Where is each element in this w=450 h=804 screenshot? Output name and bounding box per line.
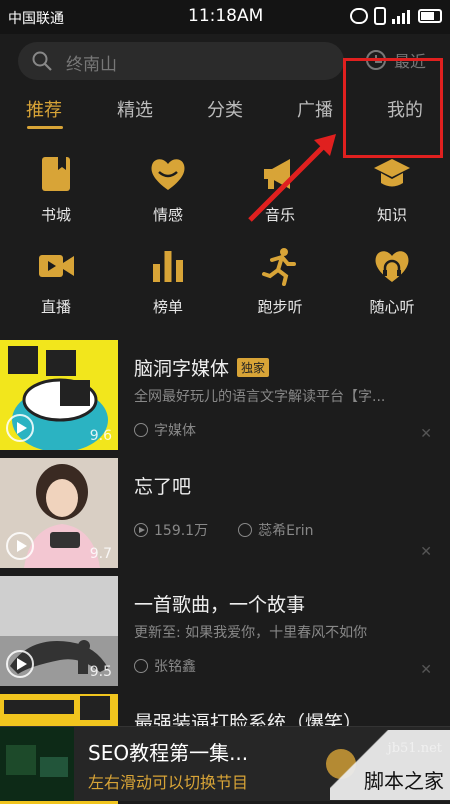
program-title: 忘了吧 bbox=[134, 476, 192, 498]
search-bar[interactable]: 终南山 bbox=[18, 42, 344, 80]
category-label: 榜单 bbox=[152, 298, 183, 316]
video-camera-icon bbox=[39, 255, 74, 277]
play-count: 159.1万 bbox=[154, 523, 209, 539]
runner-icon bbox=[262, 248, 296, 286]
play-icon[interactable] bbox=[6, 650, 34, 678]
player-cover-image bbox=[0, 727, 74, 801]
category-label: 直播 bbox=[40, 298, 71, 316]
category-mood[interactable]: 随心听 bbox=[352, 246, 432, 317]
category-label: 随心听 bbox=[369, 298, 415, 316]
play-count-icon bbox=[134, 523, 148, 537]
program-title: 一首歌曲，一个故事 bbox=[134, 594, 306, 616]
author-icon bbox=[134, 423, 148, 437]
rating-score: 9.6 bbox=[89, 428, 112, 444]
category-running[interactable]: 跑步听 bbox=[240, 246, 320, 317]
watermark: jb51.net 脚本之家 bbox=[320, 726, 450, 800]
rating-score: 9.7 bbox=[89, 546, 112, 562]
alarm-icon bbox=[350, 8, 368, 24]
program-title: 脑洞字媒体 独家 bbox=[134, 354, 270, 381]
program-meta: 159.1万 蕊希Erin bbox=[134, 520, 313, 540]
status-icons bbox=[350, 7, 442, 25]
tab-recommend[interactable]: 推荐 bbox=[26, 96, 62, 122]
heart-headphones-icon bbox=[375, 251, 409, 282]
search-icon bbox=[32, 51, 52, 71]
list-item[interactable]: 9.7 忘了吧 159.1万 蕊希Erin ✕ bbox=[0, 458, 450, 568]
watermark-site: jb51.net bbox=[387, 741, 442, 756]
program-meta: 字媒体 bbox=[134, 420, 196, 440]
search-placeholder: 终南山 bbox=[66, 55, 117, 75]
dismiss-icon[interactable]: ✕ bbox=[420, 426, 432, 442]
exclusive-badge: 独家 bbox=[237, 358, 270, 377]
watermark-name: 脚本之家 bbox=[364, 769, 444, 793]
tab-category[interactable]: 分类 bbox=[207, 96, 243, 122]
category-label: 书城 bbox=[40, 206, 71, 224]
play-icon[interactable] bbox=[6, 532, 34, 560]
program-description: 全网最好玩儿的语言文字解读平台【字... bbox=[134, 389, 386, 405]
tab-radio[interactable]: 广播 bbox=[297, 96, 333, 122]
battery-icon bbox=[418, 9, 442, 23]
category-label: 跑步听 bbox=[257, 298, 303, 316]
author-name: 张铭鑫 bbox=[154, 659, 196, 675]
book-icon bbox=[42, 157, 70, 191]
program-cover: 9.7 bbox=[0, 458, 118, 568]
status-bar: 中国联通 11:18AM bbox=[0, 0, 450, 34]
category-label: 知识 bbox=[376, 206, 407, 224]
active-tab-indicator bbox=[27, 126, 63, 129]
program-cover: 9.5 bbox=[0, 576, 118, 686]
tab-selected[interactable]: 精选 bbox=[117, 96, 153, 122]
graduation-cap-icon bbox=[374, 159, 410, 187]
category-label: 情感 bbox=[152, 206, 183, 224]
category-knowledge[interactable]: 知识 bbox=[352, 154, 432, 225]
dismiss-icon[interactable]: ✕ bbox=[420, 544, 432, 560]
annotation-highlight-box bbox=[343, 58, 443, 158]
play-icon[interactable] bbox=[6, 414, 34, 442]
heart-icon bbox=[151, 159, 185, 190]
bar-chart-icon bbox=[153, 251, 183, 282]
category-bookstore[interactable]: 书城 bbox=[16, 154, 96, 225]
program-cover: 9.6 bbox=[0, 340, 118, 450]
vibrate-icon bbox=[374, 7, 386, 25]
rating-score: 9.5 bbox=[89, 664, 112, 680]
category-ranking[interactable]: 榜单 bbox=[128, 246, 208, 317]
author-icon bbox=[134, 659, 148, 673]
category-live[interactable]: 直播 bbox=[16, 246, 96, 317]
category-emotion[interactable]: 情感 bbox=[128, 154, 208, 225]
author-name: 字媒体 bbox=[154, 423, 196, 439]
author-icon bbox=[238, 523, 253, 537]
carrier-label: 中国联通 bbox=[8, 11, 64, 27]
program-meta: 张铭鑫 bbox=[134, 656, 196, 676]
author-name: 蕊希Erin bbox=[258, 523, 314, 539]
dismiss-icon[interactable]: ✕ bbox=[420, 662, 432, 678]
list-item[interactable]: 9.6 脑洞字媒体 独家 全网最好玩儿的语言文字解读平台【字... 字媒体 ✕ bbox=[0, 340, 450, 450]
player-title: SEO教程第一集... bbox=[88, 741, 249, 765]
list-item[interactable]: 9.5 一首歌曲，一个故事 更新至: 如果我爱你，十里春风不如你 张铭鑫 ✕ bbox=[0, 576, 450, 686]
annotation-arrow-icon bbox=[248, 134, 336, 222]
player-hint: 左右滑动可以切换节目 bbox=[88, 773, 249, 792]
clock-time: 11:18AM bbox=[188, 6, 264, 26]
program-description: 更新至: 如果我爱你，十里春风不如你 bbox=[134, 625, 368, 641]
signal-icon bbox=[392, 8, 412, 24]
